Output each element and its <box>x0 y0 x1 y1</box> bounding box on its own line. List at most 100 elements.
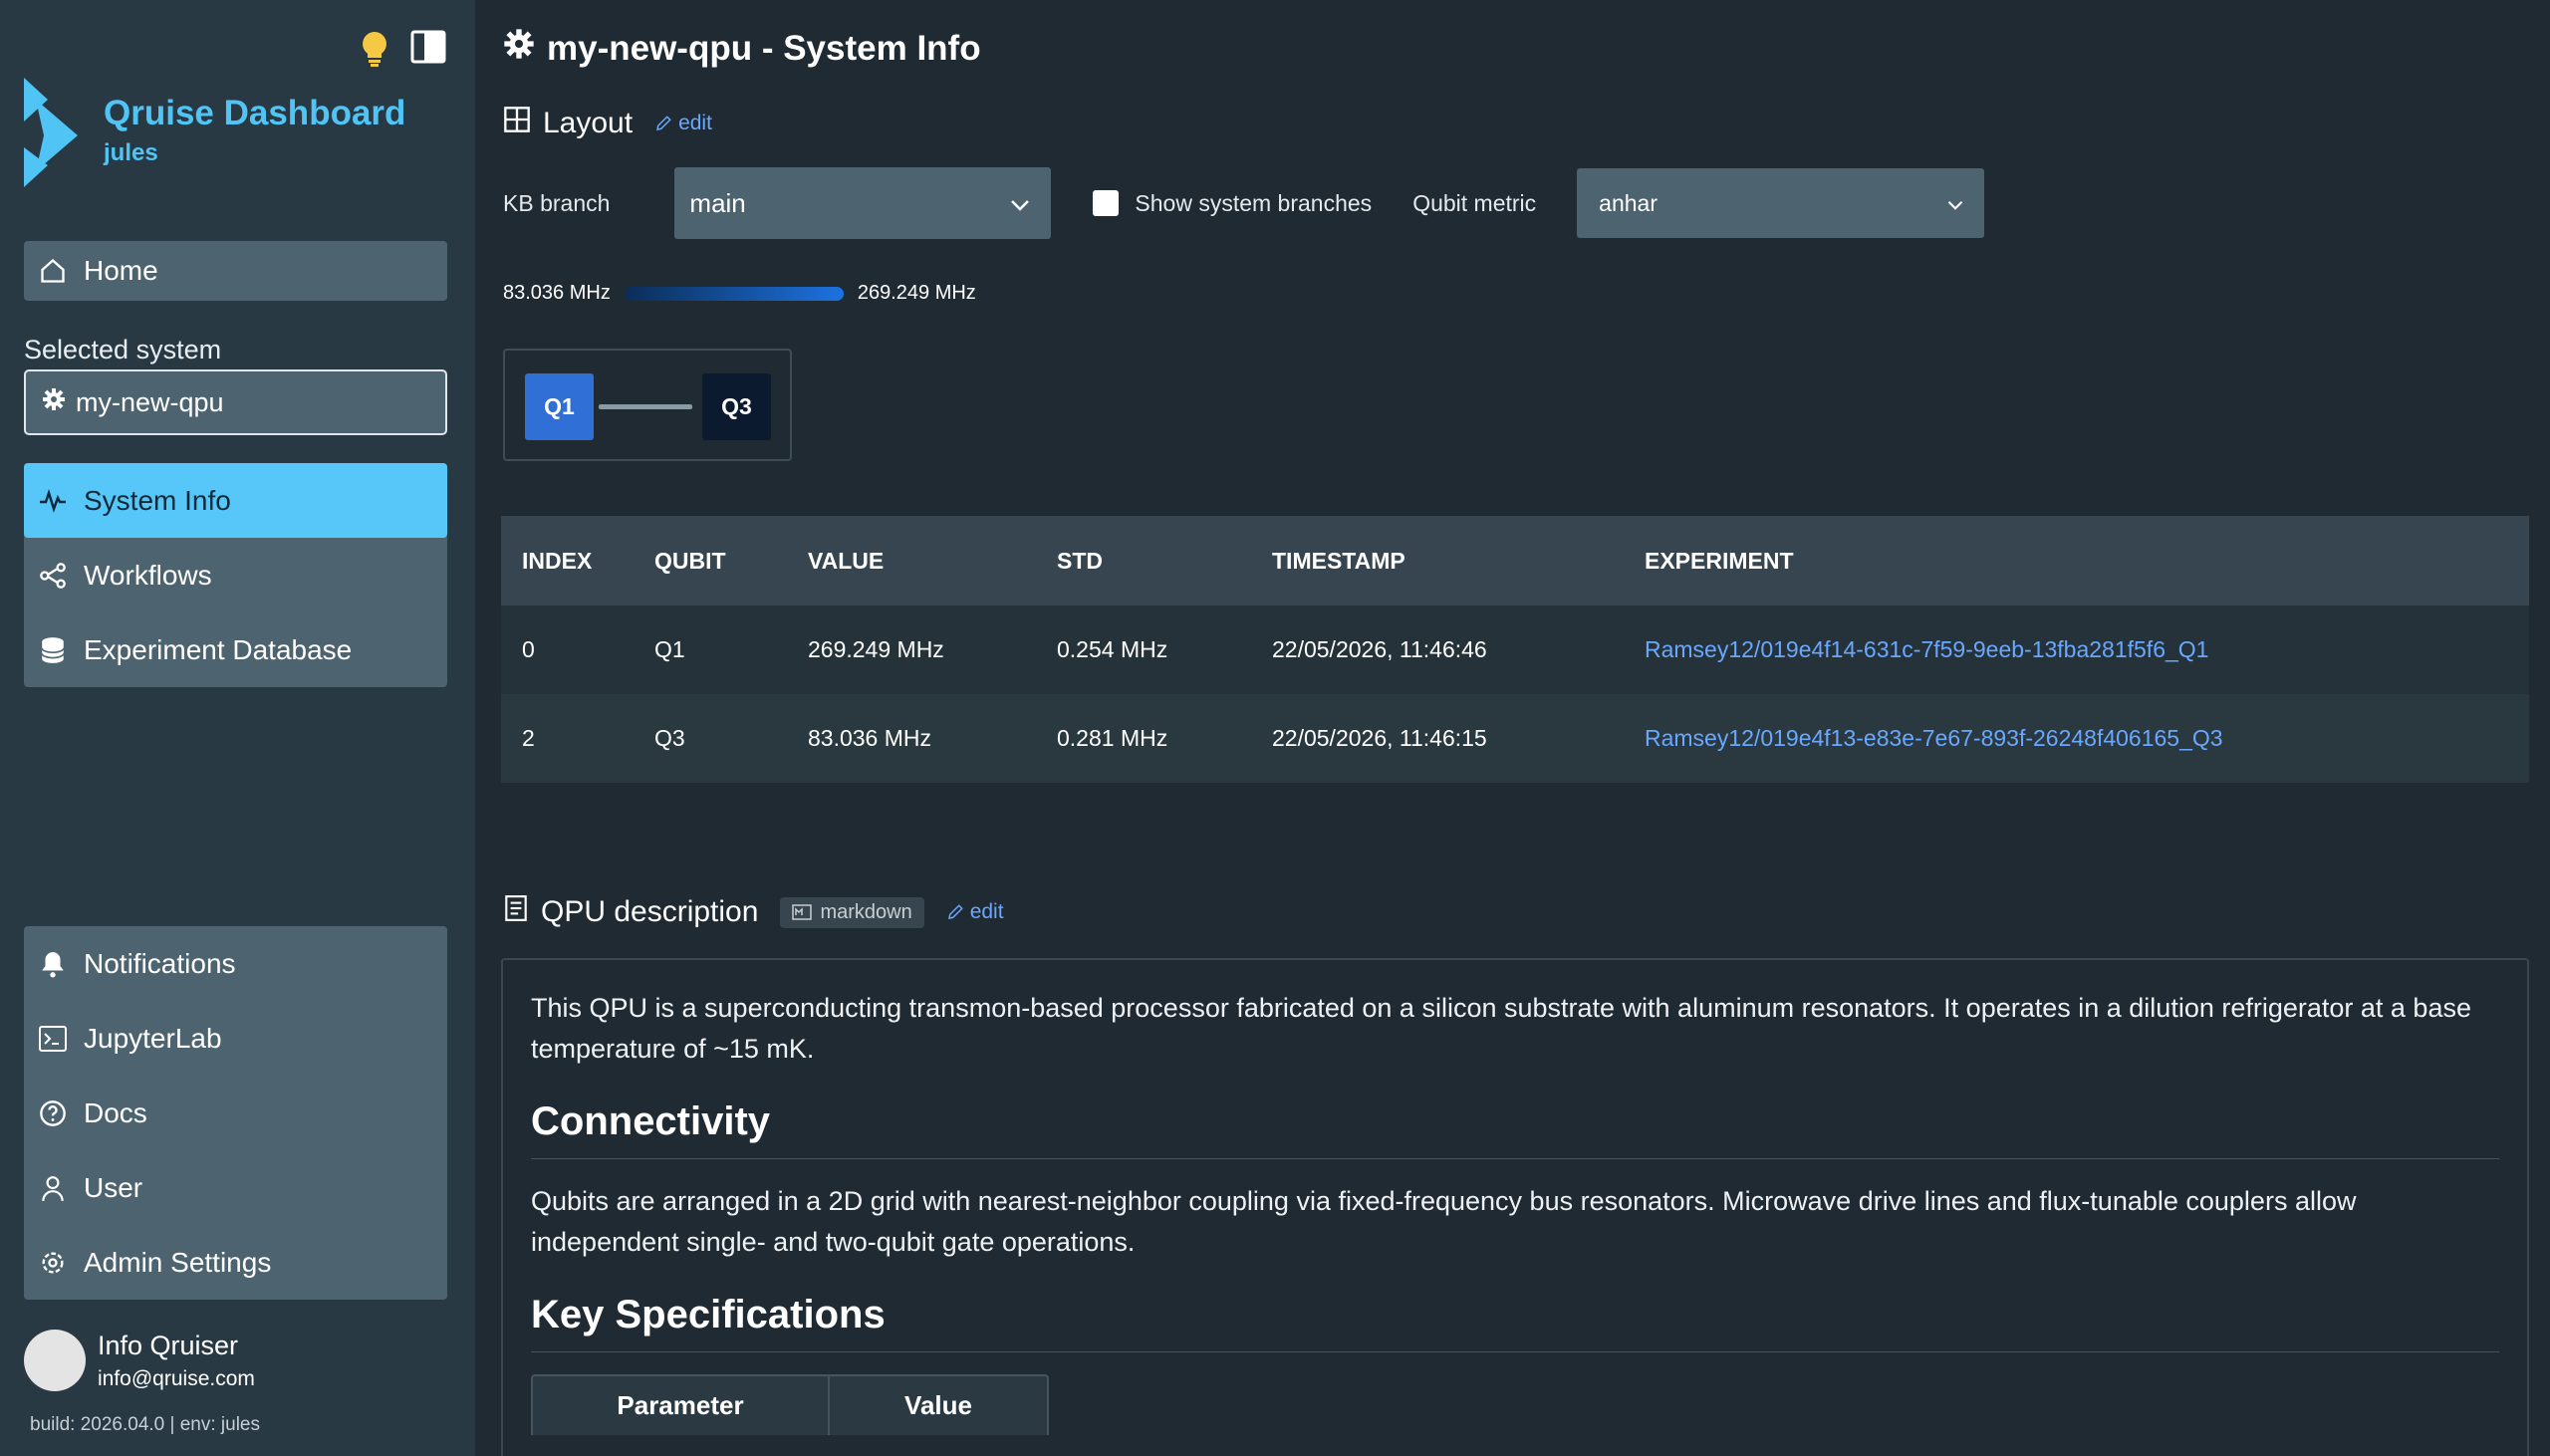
bottom-nav: Notifications JupyterLab Docs User Admin… <box>24 926 447 1300</box>
document-icon <box>503 894 529 930</box>
sidebar-item-label: Experiment Database <box>84 633 353 665</box>
sidebar-item-label: JupyterLab <box>84 1022 222 1054</box>
sidebar-item-label: Admin Settings <box>84 1246 272 1278</box>
kb-branch-value: main <box>689 187 746 218</box>
cell-timestamp: 22/05/2026, 11:46:46 <box>1272 636 1487 662</box>
app-subtitle: jules <box>104 139 158 166</box>
sidebar-item-label: Home <box>84 255 158 286</box>
selected-system-select[interactable]: my-new-qpu <box>24 369 447 435</box>
gear-icon <box>503 28 535 69</box>
cell-index: 0 <box>522 636 535 662</box>
column-header[interactable]: STD <box>1057 548 1272 575</box>
bell-icon <box>38 949 68 979</box>
show-system-branches-checkbox[interactable] <box>1093 190 1120 216</box>
markdown-badge: markdown <box>780 896 924 928</box>
home-nav: Home <box>24 241 447 301</box>
app-title: Qruise Dashboard <box>104 94 406 132</box>
page-title: my-new-qpu - System Info <box>503 28 981 69</box>
grid-icon <box>503 106 531 141</box>
description-edit-link[interactable]: edit <box>946 900 1004 924</box>
column-header[interactable]: QUBIT <box>654 548 808 575</box>
home-icon <box>38 256 68 286</box>
qpu-description-header: QPU description markdown edit <box>503 894 1004 930</box>
qpu-description-content: This QPU is a superconducting transmon-b… <box>501 958 2529 1456</box>
selected-system-label: Selected system <box>24 335 222 364</box>
gear-icon <box>42 387 66 418</box>
table-header: INDEX QUBIT VALUE STD TIMESTAMP EXPERIME… <box>501 516 2529 606</box>
coupler-edge[interactable] <box>599 404 692 409</box>
sidebar-item-label: Notifications <box>84 947 236 979</box>
terminal-icon <box>38 1024 68 1054</box>
main-nav: System Info Workflows Experiment Databas… <box>24 463 447 687</box>
experiment-link[interactable]: Ramsey12/019e4f14-631c-7f59-9eeb-13fba28… <box>1645 636 2529 663</box>
top-icons <box>359 30 446 73</box>
chevron-down-icon <box>1009 188 1031 219</box>
connectivity-heading: Connectivity <box>531 1099 2499 1159</box>
connectivity-text: Qubits are arranged in a 2D grid with ne… <box>531 1186 2357 1257</box>
show-system-branches-label: Show system branches <box>1135 189 1373 216</box>
lightbulb-icon[interactable] <box>359 30 390 73</box>
cell-qubit: Q3 <box>654 725 685 751</box>
qubit-layout-graph: Q1 Q3 <box>503 349 792 461</box>
cell-timestamp: 22/05/2026, 11:46:15 <box>1272 725 1487 751</box>
cell-qubit: Q1 <box>654 636 685 662</box>
edit-label: edit <box>678 112 712 134</box>
pencil-icon <box>947 904 963 919</box>
spec-column-header: Parameter <box>533 1376 830 1435</box>
specifications-table: Parameter Value <box>531 1374 1049 1435</box>
key-specifications-heading: Key Specifications <box>531 1293 2499 1352</box>
color-scale: 83.036 MHz 269.249 MHz <box>503 282 976 305</box>
table-row: 0 Q1 269.249 MHz 0.254 MHz 22/05/2026, 1… <box>501 606 2529 694</box>
description-intro: This QPU is a superconducting transmon-b… <box>531 993 2471 1064</box>
column-header[interactable]: EXPERIMENT <box>1645 548 2529 575</box>
sidebar-item-workflows[interactable]: Workflows <box>24 538 447 612</box>
avatar <box>24 1330 86 1391</box>
chevron-down-icon <box>1946 190 1964 217</box>
markdown-badge-label: markdown <box>820 900 912 923</box>
help-circle-icon <box>38 1098 68 1128</box>
cell-std: 0.254 MHz <box>1057 636 1168 662</box>
column-header[interactable]: VALUE <box>808 548 1057 575</box>
user-name: Info Qruiser <box>98 1330 239 1360</box>
qubit-node-q3[interactable]: Q3 <box>702 373 771 440</box>
build-info: build: 2026.04.0 | env: jules <box>30 1414 260 1435</box>
sidebar-toggle-icon[interactable] <box>410 30 446 73</box>
scale-min: 83.036 MHz <box>503 282 611 304</box>
layout-section-header: Layout edit <box>503 106 712 141</box>
page-title-text: my-new-qpu - System Info <box>547 28 981 68</box>
sidebar-item-home[interactable]: Home <box>24 241 447 301</box>
sidebar-item-admin-settings[interactable]: Admin Settings <box>24 1225 447 1300</box>
layout-edit-link[interactable]: edit <box>654 112 712 135</box>
workflow-icon <box>38 561 68 591</box>
sidebar-item-jupyterlab[interactable]: JupyterLab <box>24 1001 447 1076</box>
sidebar-item-system-info[interactable]: System Info <box>24 463 447 538</box>
sidebar-item-user[interactable]: User <box>24 1150 447 1225</box>
layout-heading: Layout <box>543 107 634 139</box>
kb-branch-label: KB branch <box>503 189 611 216</box>
sidebar-item-notifications[interactable]: Notifications <box>24 926 447 1001</box>
settings-icon <box>38 1248 68 1278</box>
scale-gradient-bar <box>624 286 844 301</box>
qubit-metric-value: anhar <box>1599 189 1658 216</box>
qubit-metric-select[interactable]: anhar <box>1577 168 1985 238</box>
markdown-icon <box>792 904 813 920</box>
sidebar-item-label: User <box>84 1171 143 1203</box>
user-profile[interactable]: Info Qruiser info@qruise.com <box>24 1330 255 1391</box>
table-row: 2 Q3 83.036 MHz 0.281 MHz 22/05/2026, 11… <box>501 694 2529 783</box>
sidebar-item-label: System Info <box>84 484 231 516</box>
qpu-description-heading: QPU description <box>541 895 759 928</box>
user-email: info@qruise.com <box>98 1366 255 1390</box>
qubit-metric-table: INDEX QUBIT VALUE STD TIMESTAMP EXPERIME… <box>501 516 2529 783</box>
sidebar-item-experiment-database[interactable]: Experiment Database <box>24 612 447 687</box>
sidebar-item-label: Workflows <box>84 559 212 591</box>
experiment-link[interactable]: Ramsey12/019e4f13-e83e-7e67-893f-26248f4… <box>1645 725 2529 752</box>
qubit-node-q1[interactable]: Q1 <box>525 373 594 440</box>
column-header[interactable]: TIMESTAMP <box>1272 548 1645 575</box>
cell-value: 269.249 MHz <box>808 636 944 662</box>
layout-controls: KB branch main Show system branches Qubi… <box>503 167 1985 239</box>
logo[interactable]: Qruise Dashboard jules <box>22 78 405 192</box>
kb-branch-select[interactable]: main <box>674 167 1052 239</box>
sidebar-item-docs[interactable]: Docs <box>24 1076 447 1150</box>
column-header[interactable]: INDEX <box>501 548 654 575</box>
selected-system-value: my-new-qpu <box>76 386 224 417</box>
